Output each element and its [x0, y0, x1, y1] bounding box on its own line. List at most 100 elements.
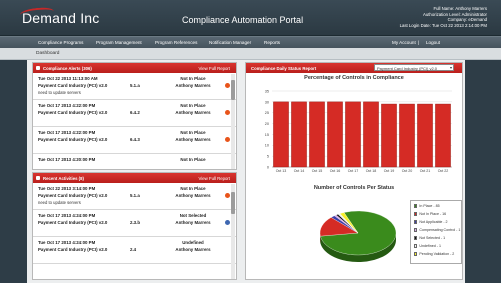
alert-item[interactable]: Tue Oct 17 2013 4:20:00 PM Not In Place: [33, 154, 236, 170]
legend-swatch: [414, 252, 418, 256]
bar-chart-title: Percentage of Controls in Compliance: [304, 75, 404, 81]
alerts-scrollbar[interactable]: [231, 74, 235, 169]
daily-status-title: Compliance Daily Status Report: [251, 65, 317, 71]
breadcrumb: Dashboard: [36, 51, 60, 56]
dashboard-content: Compliance Alerts (306) View Full Report…: [27, 60, 465, 283]
alert-control: 5.1.a: [130, 83, 140, 88]
alert-date: Tue Oct 17 2013 4:20:00 PM: [38, 157, 96, 162]
activity-status: Not Selected: [179, 213, 207, 218]
activity-standard: Payment Card Industry (PCI) v2.0: [38, 247, 108, 252]
activity-standard: Payment Card Industry (PCI) v2.0: [38, 220, 108, 225]
program-select[interactable]: Payment Card Industry (PCI) v2.0 ▾: [374, 64, 454, 72]
activity-item[interactable]: Tue Oct 22 2013 3:14:00 PM Payment Card …: [33, 183, 236, 210]
alert-status: Not In Place: [180, 103, 206, 108]
bar[interactable]: [273, 101, 289, 168]
y-tick-label: 5: [267, 155, 269, 159]
activity-item[interactable]: Tue Oct 17 2013 4:24:00 PM Payment Card …: [33, 210, 236, 237]
bar[interactable]: [327, 101, 343, 168]
status-dot-icon: [225, 220, 230, 225]
nav-notification-manager[interactable]: Notification Manager: [209, 40, 251, 45]
alert-owner: Anthony Marrers: [175, 83, 211, 88]
alert-control: 6.4.2: [130, 110, 140, 115]
nav-program-management[interactable]: Program Management: [96, 40, 142, 45]
alert-date: Tue Oct 17 2013 4:22:00 PM: [38, 130, 96, 135]
nav-reports[interactable]: Reports: [264, 40, 280, 45]
activity-date: Tue Oct 22 2013 3:14:00 PM: [38, 186, 96, 191]
activity-status: Undefined: [182, 240, 204, 245]
alert-standard: Payment Card Industry (PCI) v2.0: [38, 137, 108, 142]
alert-note: need to update servers: [38, 90, 81, 95]
bar[interactable]: [435, 103, 451, 168]
bar[interactable]: [399, 103, 415, 168]
recent-activities-panel: Recent Activities (8) View Full Report T…: [32, 172, 237, 280]
alert-item[interactable]: Tue Oct 17 2013 4:22:00 PM Payment Card …: [33, 127, 236, 154]
activity-owner: Anthony Marrers: [175, 220, 211, 225]
alerts-view-full-report-link[interactable]: View Full Report: [199, 66, 230, 71]
nav-my-account[interactable]: My Account: [392, 40, 416, 45]
activity-owner: Anthony Marrers: [175, 247, 211, 252]
y-tick-label: 25: [265, 111, 269, 115]
status-dot-icon: [225, 137, 230, 142]
legend-label: Not Selected - 1: [419, 236, 446, 240]
bar[interactable]: [309, 101, 325, 168]
x-tick-label: Oct 18: [366, 169, 377, 173]
legend-swatch: [414, 228, 418, 232]
recent-scrollbar[interactable]: [231, 184, 235, 279]
alert-icon: [36, 66, 40, 70]
legend-swatch: [414, 204, 418, 208]
nav-logout[interactable]: Logout: [426, 40, 440, 45]
legend-label: Not In Place - 16: [419, 212, 447, 216]
pie-chart: [319, 210, 396, 262]
legend-label: In Place - 85: [419, 204, 440, 208]
alert-item[interactable]: Tue Oct 22 2013 11:13:00 AM Payment Card…: [33, 73, 236, 100]
y-tick-label: 20: [265, 122, 269, 126]
daily-status-header: Compliance Daily Status Report Payment C…: [246, 63, 462, 73]
activity-date: Tue Oct 17 2013 4:24:00 PM: [38, 240, 96, 245]
legend-item: Not Applicable - 2: [414, 220, 448, 224]
legend-item: Pending Validation - 2: [414, 252, 454, 256]
legend-label: Pending Validation - 2: [419, 252, 455, 256]
alerts-list: Tue Oct 22 2013 11:13:00 AM Payment Card…: [33, 73, 236, 170]
nav-compliance-programs[interactable]: Compliance Programs: [38, 40, 83, 45]
nav-program-references[interactable]: Program References: [155, 40, 197, 45]
alerts-scroll-thumb[interactable]: [231, 80, 235, 100]
chevron-down-icon: ▾: [449, 65, 452, 71]
compliance-alerts-panel: Compliance Alerts (306) View Full Report…: [32, 62, 237, 170]
activity-icon: [36, 176, 40, 180]
compliance-alerts-header: Compliance Alerts (306) View Full Report: [33, 63, 236, 73]
bar[interactable]: [381, 103, 397, 168]
activity-item[interactable]: Tue Oct 17 2013 4:24:00 PM Payment Card …: [33, 237, 236, 264]
alert-control: 6.4.3: [130, 137, 140, 142]
bar[interactable]: [417, 103, 433, 168]
alert-item[interactable]: Tue Oct 17 2013 4:22:00 PM Payment Card …: [33, 100, 236, 127]
legend-swatch: [414, 220, 418, 224]
pie-legend: In Place - 85 Not In Place - 16 Not Appl…: [410, 200, 462, 264]
recent-view-full-report-link[interactable]: View Full Report: [199, 176, 230, 181]
bar[interactable]: [363, 101, 379, 168]
activity-date: Tue Oct 17 2013 4:24:00 PM: [38, 213, 96, 218]
activity-standard: Payment Card Industry (PCI) v2.0: [38, 193, 108, 198]
activity-note: need to update servers: [38, 200, 81, 205]
bar[interactable]: [291, 101, 307, 168]
program-select-value: Payment Card Industry (PCI) v2.0: [377, 66, 438, 72]
status-dot-icon: [225, 83, 230, 88]
recent-scroll-thumb[interactable]: [231, 192, 235, 214]
alert-date: Tue Oct 22 2013 11:13:00 AM: [38, 76, 98, 81]
x-tick-label: Oct 22: [438, 169, 449, 173]
bar[interactable]: [345, 101, 361, 168]
legend-item: Not In Place - 16: [414, 212, 446, 216]
pie-chart-title: Number of Controls Per Status: [313, 185, 395, 191]
legend-item: In Place - 85: [414, 204, 440, 208]
x-tick-label: Oct 16: [330, 169, 341, 173]
recent-activities-title: Recent Activities (8): [43, 175, 84, 181]
activity-control: 5.1.a: [130, 193, 140, 198]
recent-activities-header: Recent Activities (8) View Full Report: [33, 173, 236, 183]
legend-swatch: [414, 236, 418, 240]
activity-owner: Anthony Marrers: [175, 193, 211, 198]
status-dot-icon: [225, 110, 230, 115]
alert-owner: Anthony Marrers: [175, 137, 211, 142]
alert-date: Tue Oct 17 2013 4:22:00 PM: [38, 103, 96, 108]
breadcrumb-bar: Dashboard: [0, 48, 501, 60]
bar-chart: 35 30 25 20 15 10 5 0 Oct 13 Oct 14 Oct 15 Oct 16 Oc…: [265, 89, 452, 173]
company-logo[interactable]: Demand Inc: [22, 10, 99, 26]
